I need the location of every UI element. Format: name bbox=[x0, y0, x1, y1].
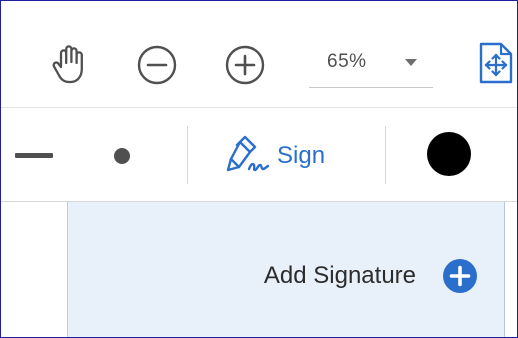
zoom-in-button[interactable] bbox=[221, 41, 269, 89]
fit-page-button[interactable] bbox=[475, 39, 517, 87]
zoom-level-value: 65% bbox=[327, 51, 367, 72]
line-thickness-icon bbox=[15, 153, 53, 158]
caret-down-icon bbox=[405, 59, 417, 66]
toolbar-separator bbox=[187, 126, 188, 184]
sign-label: Sign bbox=[277, 142, 326, 169]
sign-button[interactable]: Sign bbox=[223, 131, 325, 181]
zoom-level-dropdown[interactable]: 65% bbox=[309, 43, 433, 88]
app-window: 65% Sign Add Signature bbox=[0, 0, 518, 338]
main-toolbar: 65% bbox=[1, 1, 517, 107]
hand-icon bbox=[52, 45, 83, 84]
page-gutter bbox=[1, 202, 68, 337]
color-swatch bbox=[427, 132, 471, 176]
fit-page-icon bbox=[479, 42, 513, 84]
scroll-margin bbox=[505, 202, 517, 337]
zoom-out-button[interactable] bbox=[133, 41, 181, 89]
zoom-out-icon bbox=[137, 45, 177, 85]
add-signature-button[interactable]: Add Signature bbox=[264, 258, 478, 294]
document-area: Add Signature bbox=[1, 202, 517, 337]
plus-circle-icon bbox=[443, 259, 477, 293]
ink-color-button[interactable] bbox=[425, 130, 473, 178]
dot-size-icon bbox=[114, 148, 130, 164]
hand-tool-button[interactable] bbox=[45, 39, 95, 89]
dot-size-button[interactable] bbox=[107, 141, 137, 171]
line-thickness-button[interactable] bbox=[9, 141, 55, 171]
toolbar-separator bbox=[385, 126, 386, 184]
sign-toolbar: Sign bbox=[1, 108, 517, 201]
signature-panel: Add Signature bbox=[68, 202, 505, 337]
add-signature-label: Add Signature bbox=[263, 262, 416, 289]
pen-signature-icon bbox=[226, 135, 270, 172]
zoom-in-icon bbox=[225, 45, 265, 85]
